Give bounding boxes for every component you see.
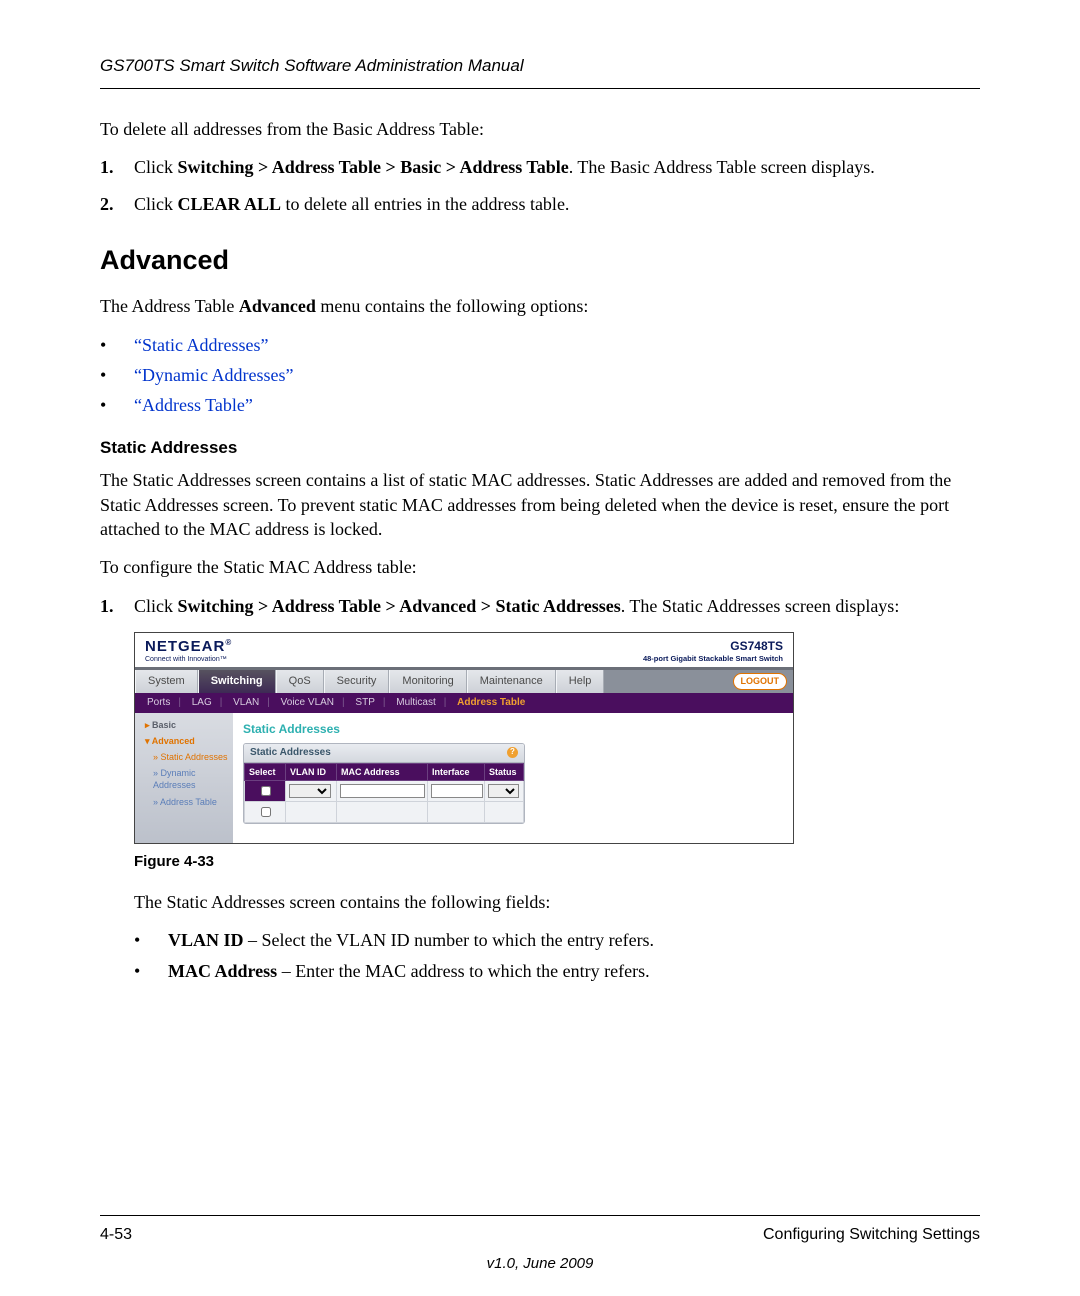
tab-switching[interactable]: Switching: [198, 670, 276, 694]
advanced-link-list: •“Static Addresses” •“Dynamic Addresses”…: [100, 333, 980, 418]
col-vlan-id: VLAN ID: [286, 763, 337, 780]
table-row: [245, 801, 524, 822]
field-name-vlan-id: VLAN ID: [168, 930, 244, 950]
help-icon[interactable]: ?: [507, 747, 518, 758]
tab-help[interactable]: Help: [556, 670, 605, 694]
model-name: GS748TS: [643, 638, 783, 654]
table-row: [245, 780, 524, 801]
version-line: v1.0, June 2009: [0, 1254, 1080, 1274]
vlan-id-select[interactable]: [289, 784, 331, 798]
model-desc: 48-port Gigabit Stackable Smart Switch: [643, 654, 783, 664]
subsection-static-addresses: Static Addresses: [100, 437, 980, 460]
row-checkbox[interactable]: [261, 807, 271, 817]
figure-caption: Figure 4-33: [134, 852, 980, 872]
subnav-vlan[interactable]: VLAN: [229, 697, 263, 708]
sidebar-item-dynamic-addresses[interactable]: » Dynamic Addresses: [135, 765, 233, 793]
step-number: 1.: [100, 155, 134, 179]
sidebar-group-basic[interactable]: ▸ Basic: [135, 717, 233, 733]
sidebar: ▸ Basic ▾ Advanced » Static Addresses » …: [135, 713, 233, 843]
step-body: Click Switching > Address Table > Advanc…: [134, 594, 980, 618]
figure-screenshot: NETGEAR® Connect with Innovation™ GS748T…: [134, 632, 980, 844]
logout-button[interactable]: LOGOUT: [733, 673, 788, 689]
panel-inner-title: Static Addresses: [250, 746, 331, 760]
tab-qos[interactable]: QoS: [276, 670, 324, 694]
page-number: 4-53: [100, 1224, 132, 1246]
step-number: 1.: [100, 594, 134, 618]
main-nav: System Switching QoS Security Monitoring…: [135, 667, 793, 694]
sidebar-item-address-table[interactable]: » Address Table: [135, 794, 233, 810]
step-number: 2.: [100, 192, 134, 216]
field-desc: – Select the VLAN ID number to which the…: [244, 930, 655, 950]
link-static-addresses[interactable]: “Static Addresses”: [134, 333, 268, 357]
link-dynamic-addresses[interactable]: “Dynamic Addresses”: [134, 363, 293, 387]
fields-intro: The Static Addresses screen contains the…: [134, 890, 980, 914]
field-desc: – Enter the MAC address to which the ent…: [277, 961, 649, 981]
sub-nav: Ports| LAG| VLAN| Voice VLAN| STP| Multi…: [135, 693, 793, 713]
configure-intro: To configure the Static MAC Address tabl…: [100, 555, 980, 579]
status-select[interactable]: [488, 784, 519, 798]
subnav-lag[interactable]: LAG: [188, 697, 216, 708]
delete-steps: 1. Click Switching > Address Table > Bas…: [100, 155, 980, 216]
tab-monitoring[interactable]: Monitoring: [389, 670, 466, 694]
brand-logo: NETGEAR®: [145, 637, 232, 657]
mac-address-input[interactable]: [340, 784, 425, 798]
configure-steps: 1. Click Switching > Address Table > Adv…: [100, 594, 980, 618]
subnav-ports[interactable]: Ports: [143, 697, 174, 708]
link-address-table[interactable]: “Address Table”: [134, 393, 253, 417]
panel-main-title: Static Addresses: [243, 721, 783, 737]
tab-system[interactable]: System: [135, 670, 198, 694]
advanced-intro: The Address Table Advanced menu contains…: [100, 294, 980, 318]
subnav-multicast[interactable]: Multicast: [392, 697, 439, 708]
col-mac-address: MAC Address: [337, 763, 428, 780]
brand-tagline: Connect with Innovation™: [145, 655, 232, 664]
static-addresses-desc: The Static Addresses screen contains a l…: [100, 468, 980, 541]
col-interface: Interface: [428, 763, 485, 780]
page-header: GS700TS Smart Switch Software Administra…: [100, 55, 980, 89]
step-body: Click CLEAR ALL to delete all entries in…: [134, 192, 980, 216]
tab-security[interactable]: Security: [324, 670, 390, 694]
tab-maintenance[interactable]: Maintenance: [467, 670, 556, 694]
fields-list: •VLAN ID – Select the VLAN ID number to …: [134, 928, 980, 983]
sidebar-group-advanced[interactable]: ▾ Advanced: [135, 733, 233, 749]
select-all-checkbox[interactable]: [261, 786, 271, 796]
field-name-mac-address: MAC Address: [168, 961, 277, 981]
step-body: Click Switching > Address Table > Basic …: [134, 155, 980, 179]
subnav-stp[interactable]: STP: [351, 697, 378, 708]
intro-delete: To delete all addresses from the Basic A…: [100, 117, 980, 141]
col-status: Status: [485, 763, 524, 780]
static-addresses-table: Select VLAN ID MAC Address Interface Sta…: [244, 763, 524, 823]
interface-input[interactable]: [431, 784, 483, 798]
subnav-address-table[interactable]: Address Table: [453, 697, 529, 708]
subnav-voice-vlan[interactable]: Voice VLAN: [277, 697, 338, 708]
page-footer: 4-53 Configuring Switching Settings: [100, 1215, 980, 1246]
col-select: Select: [245, 763, 286, 780]
section-heading-advanced: Advanced: [100, 242, 980, 278]
sidebar-item-static-addresses[interactable]: » Static Addresses: [135, 749, 233, 765]
chapter-title: Configuring Switching Settings: [763, 1224, 980, 1246]
